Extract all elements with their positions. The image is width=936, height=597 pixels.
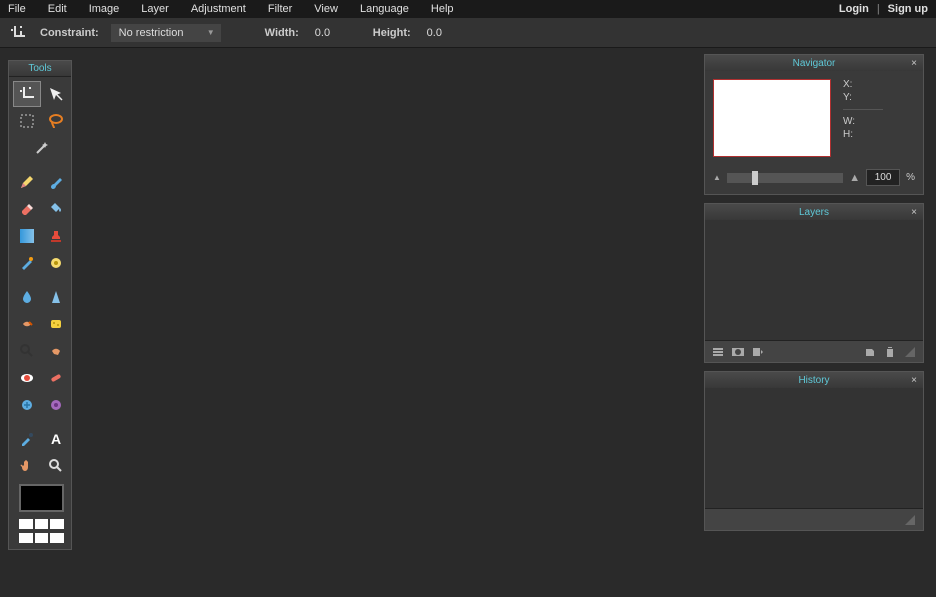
history-panel: History ×	[704, 371, 924, 531]
close-icon[interactable]: ×	[911, 58, 917, 69]
swatch[interactable]	[35, 533, 49, 543]
menu-adjustment[interactable]: Adjustment	[191, 3, 246, 15]
close-icon[interactable]: ×	[911, 207, 917, 218]
bloat-tool[interactable]	[13, 392, 41, 418]
wand-tool[interactable]	[13, 135, 70, 161]
dodge-tool[interactable]	[13, 338, 41, 364]
new-layer-icon[interactable]	[863, 345, 877, 359]
foreground-color[interactable]	[19, 484, 64, 512]
draw-tool[interactable]	[42, 250, 70, 276]
menu-layer[interactable]: Layer	[141, 3, 169, 15]
login-link[interactable]: Login	[839, 3, 869, 15]
blur-tool[interactable]	[13, 284, 41, 310]
redeye-tool[interactable]	[13, 365, 41, 391]
type-tool[interactable]: A	[42, 426, 70, 452]
swatch[interactable]	[50, 533, 64, 543]
layer-style-icon[interactable]	[751, 345, 765, 359]
navigator-title: Navigator	[793, 58, 836, 69]
crop-tool[interactable]	[13, 81, 41, 107]
menu-language[interactable]: Language	[360, 3, 409, 15]
menu-edit[interactable]: Edit	[48, 3, 67, 15]
constraint-select[interactable]: No restriction ▼	[111, 24, 221, 42]
layers-header: Layers ×	[705, 204, 923, 220]
width-input[interactable]	[311, 25, 361, 41]
zoom-value[interactable]: 100	[866, 169, 900, 186]
svg-text:A: A	[51, 431, 61, 447]
nav-w-label: W:	[843, 116, 883, 127]
tools-panel: Tools	[8, 60, 72, 550]
swatch[interactable]	[19, 533, 33, 543]
colorreplace-tool[interactable]	[13, 250, 41, 276]
delete-layer-icon[interactable]	[883, 345, 897, 359]
layers-list[interactable]	[705, 220, 923, 340]
signup-link[interactable]: Sign up	[888, 3, 928, 15]
menubar-left: File Edit Image Layer Adjustment Filter …	[8, 3, 454, 15]
menu-image[interactable]: Image	[89, 3, 120, 15]
resize-icon[interactable]	[903, 513, 917, 527]
marquee-tool[interactable]	[13, 108, 41, 134]
colorpicker-tool[interactable]	[13, 426, 41, 452]
pencil-tool[interactable]	[13, 169, 41, 195]
crop-tool-icon	[8, 23, 28, 43]
navigator-preview[interactable]	[713, 79, 831, 157]
height-input[interactable]	[423, 25, 473, 41]
workspace: Tools	[0, 48, 936, 597]
history-header: History ×	[705, 372, 923, 388]
zoom-percent: %	[906, 172, 915, 183]
history-list[interactable]	[705, 388, 923, 508]
hand-tool[interactable]	[13, 453, 41, 479]
constraint-label: Constraint:	[40, 27, 99, 39]
options-toolbar: Constraint: No restriction ▼ Width: Heig…	[0, 18, 936, 48]
zoom-in-icon[interactable]: ▲	[849, 172, 860, 184]
eraser-tool[interactable]	[13, 196, 41, 222]
close-icon[interactable]: ×	[911, 375, 917, 386]
sharpen-tool[interactable]	[42, 284, 70, 310]
gradient-tool[interactable]	[13, 223, 41, 249]
pinch-tool[interactable]	[42, 392, 70, 418]
swatch[interactable]	[50, 519, 64, 529]
navigator-panel: Navigator × X: Y: W: H: ▲ ▲ 100 %	[704, 54, 924, 195]
layers-footer	[705, 340, 923, 362]
layer-settings-icon[interactable]	[711, 345, 725, 359]
nav-y-label: Y:	[843, 92, 883, 103]
history-title: History	[798, 375, 829, 386]
menubar: File Edit Image Layer Adjustment Filter …	[0, 0, 936, 18]
navigator-header: Navigator ×	[705, 55, 923, 71]
lasso-tool[interactable]	[42, 108, 70, 134]
menu-file[interactable]: File	[8, 3, 26, 15]
navigator-info: X: Y: W: H:	[843, 79, 883, 157]
menu-filter[interactable]: Filter	[268, 3, 292, 15]
zoom-tool[interactable]	[42, 453, 70, 479]
width-label: Width:	[265, 27, 299, 39]
zoom-slider[interactable]	[727, 173, 843, 183]
right-panels: Navigator × X: Y: W: H: ▲ ▲ 100 %	[704, 54, 924, 531]
move-tool[interactable]	[42, 81, 70, 107]
menubar-right: Login | Sign up	[839, 3, 928, 15]
sponge-tool[interactable]	[42, 311, 70, 337]
swatch[interactable]	[19, 519, 33, 529]
nav-h-label: H:	[843, 129, 883, 140]
history-footer	[705, 508, 923, 530]
bucket-tool[interactable]	[42, 196, 70, 222]
smudge-tool[interactable]	[13, 311, 41, 337]
nav-x-label: X:	[843, 79, 883, 90]
tools-panel-title: Tools	[9, 61, 71, 77]
resize-icon[interactable]	[903, 345, 917, 359]
menu-help[interactable]: Help	[431, 3, 454, 15]
burn-tool[interactable]	[42, 338, 70, 364]
layers-panel: Layers ×	[704, 203, 924, 363]
menu-view[interactable]: View	[314, 3, 338, 15]
swatch[interactable]	[35, 519, 49, 529]
divider: |	[877, 3, 880, 15]
brush-tool[interactable]	[42, 169, 70, 195]
stamp-tool[interactable]	[42, 223, 70, 249]
height-label: Height:	[373, 27, 411, 39]
zoom-out-icon[interactable]: ▲	[713, 173, 721, 182]
layer-mask-icon[interactable]	[731, 345, 745, 359]
layers-title: Layers	[799, 207, 829, 218]
heal-tool[interactable]	[42, 365, 70, 391]
